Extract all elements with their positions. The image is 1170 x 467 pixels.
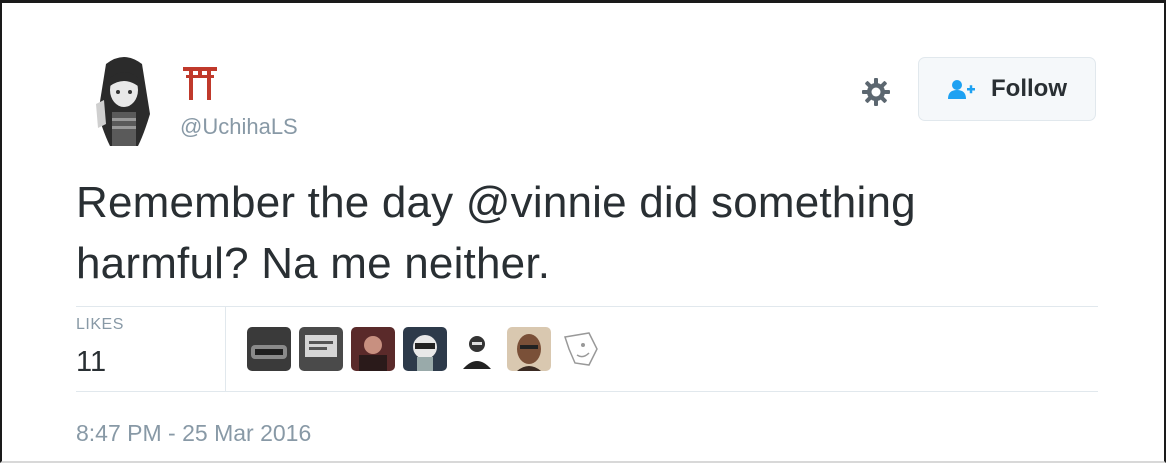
mention-link[interactable]: @vinnie [466, 178, 627, 227]
divider-top [76, 306, 1098, 307]
follow-label: Follow [991, 75, 1067, 102]
tweet-text-start: Remember the day [76, 178, 466, 227]
liker-avatar[interactable] [351, 327, 395, 371]
liker-avatar[interactable] [403, 327, 447, 371]
tweet-header: @UchihaLS Follow [92, 54, 1102, 146]
divider-bottom [76, 391, 1098, 392]
tweet-timestamp[interactable]: 8:47 PM - 25 Mar 2016 [76, 420, 311, 447]
add-user-icon [947, 79, 977, 99]
liker-avatars [247, 327, 611, 373]
likes-label: LIKES [76, 316, 124, 333]
user-avatar[interactable] [92, 54, 156, 146]
follow-button[interactable]: Follow [918, 57, 1096, 121]
stats-separator [225, 307, 226, 392]
tweet-text: Remember the day @vinnie did something h… [76, 172, 1066, 294]
likes-count: 11 [76, 346, 107, 378]
gear-icon[interactable] [860, 76, 892, 108]
torii-gate-icon [182, 64, 218, 100]
liker-avatar[interactable] [507, 327, 551, 371]
likes-stat[interactable]: LIKES 11 [76, 316, 216, 379]
liker-avatar[interactable] [247, 327, 291, 371]
liker-avatar[interactable] [559, 327, 603, 371]
liker-avatar[interactable] [299, 327, 343, 371]
user-handle[interactable]: @UchihaLS [180, 114, 298, 140]
liker-avatar[interactable] [455, 327, 499, 371]
